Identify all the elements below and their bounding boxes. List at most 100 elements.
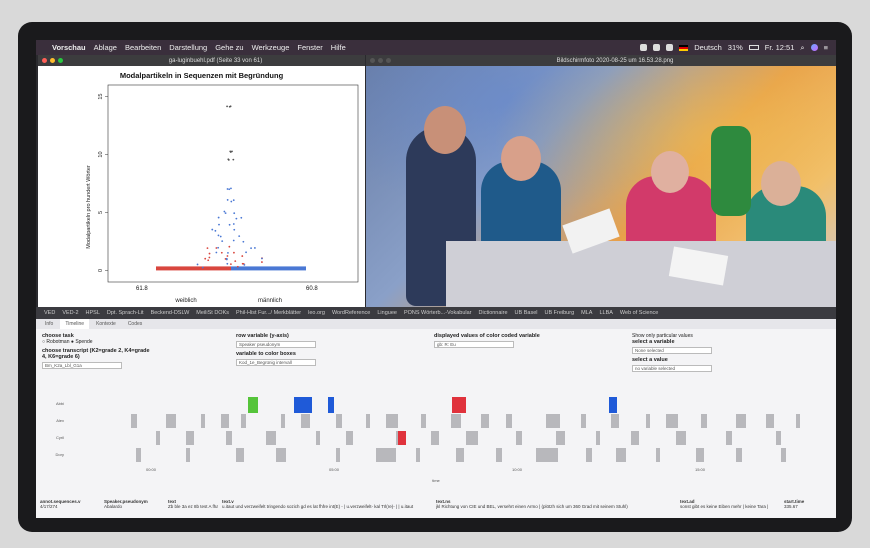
bookmark[interactable]: WordReference	[332, 310, 370, 316]
menu-item-werkzeuge[interactable]: Werkzeuge	[252, 43, 290, 52]
minimize-button[interactable]	[50, 58, 55, 63]
menu-item-ablage[interactable]: Ablage	[94, 43, 117, 52]
dropbox-icon[interactable]	[640, 44, 648, 51]
timeline-box[interactable]	[506, 414, 512, 428]
timeline-box[interactable]	[328, 397, 334, 413]
timeline-box[interactable]	[236, 448, 244, 462]
transcript-select[interactable]: Bm_K2a_Lbl_G1a	[42, 362, 122, 369]
input-lang[interactable]: Deutsch	[694, 43, 722, 52]
timeline-box[interactable]	[766, 414, 774, 428]
zoom-button[interactable]	[386, 58, 391, 63]
timeline-box[interactable]	[346, 431, 353, 445]
timeline-box[interactable]	[581, 414, 586, 428]
menu-app-name[interactable]: Vorschau	[52, 43, 86, 52]
task-radio-spende[interactable]: ● Spende	[71, 339, 93, 345]
timeline-box[interactable]	[696, 448, 704, 462]
timeline-box[interactable]	[701, 414, 707, 428]
timeline-box[interactable]	[646, 414, 650, 428]
timeline-box[interactable]	[666, 414, 678, 428]
timeline-box[interactable]	[676, 431, 686, 445]
bookmark[interactable]: HPSL	[86, 310, 100, 316]
timeline-box[interactable]	[131, 414, 137, 428]
timeline-box[interactable]	[221, 414, 229, 428]
bookmark[interactable]: MLA	[581, 310, 592, 316]
timeline-box[interactable]	[481, 414, 489, 428]
timeline-box[interactable]	[166, 414, 176, 428]
menu-item-fenster[interactable]: Fenster	[297, 43, 322, 52]
timeline-box[interactable]	[248, 397, 258, 413]
timeline-box[interactable]	[136, 448, 141, 462]
timeline-box[interactable]	[386, 414, 398, 428]
timeline-box[interactable]	[366, 414, 370, 428]
timeline-box[interactable]	[294, 397, 312, 413]
timeline-box[interactable]	[421, 414, 426, 428]
bookmark[interactable]: UB Basel	[515, 310, 538, 316]
timeline-box[interactable]	[546, 414, 560, 428]
timeline-box[interactable]	[452, 397, 466, 413]
displayed-select[interactable]: gb: R: Eu	[434, 341, 514, 348]
bookmark[interactable]: Phil-Hist Fur.../ Merkblätter	[236, 310, 301, 316]
timeline-box[interactable]	[496, 448, 502, 462]
timeline-box[interactable]	[736, 414, 746, 428]
pdf-titlebar[interactable]: ga-luginbuehl.pdf (Seite 33 von 61)	[38, 55, 365, 66]
wifi-icon[interactable]	[666, 44, 674, 51]
timeline-box[interactable]	[186, 431, 194, 445]
timeline-box[interactable]	[156, 431, 160, 445]
search-icon[interactable]: ⌕	[800, 43, 804, 53]
bookmark[interactable]: Linguee	[377, 310, 397, 316]
select-var-select[interactable]: None selected	[632, 347, 712, 354]
timeline-box[interactable]	[241, 414, 246, 428]
timeline-box[interactable]	[416, 448, 420, 462]
task-radio-robotman[interactable]: ○ Robotman	[42, 339, 70, 345]
timeline-box[interactable]	[796, 414, 800, 428]
timeline-box[interactable]	[431, 431, 439, 445]
bookmark[interactable]: Beckend-DSLW	[151, 310, 190, 316]
timeline-box[interactable]	[316, 431, 320, 445]
timeline-box[interactable]	[656, 448, 660, 462]
timeline-box[interactable]	[276, 448, 286, 462]
tab-info[interactable]: Info	[40, 319, 58, 329]
timeline-box[interactable]	[451, 414, 461, 428]
timeline-box[interactable]	[266, 431, 276, 445]
timeline-box[interactable]	[336, 448, 340, 462]
tab-codes[interactable]: Codes	[123, 319, 147, 329]
close-button[interactable]	[42, 58, 47, 63]
timeline-box[interactable]	[726, 431, 732, 445]
minimize-button[interactable]	[378, 58, 383, 63]
tab-timeline[interactable]: Timeline	[60, 319, 90, 329]
menu-item-hilfe[interactable]: Hilfe	[331, 43, 346, 52]
bookmark[interactable]: VED-2	[62, 310, 78, 316]
timeline-box[interactable]	[336, 414, 342, 428]
menu-item-gehe-zu[interactable]: Gehe zu	[215, 43, 243, 52]
timeline-box[interactable]	[616, 448, 626, 462]
timeline-box[interactable]	[226, 431, 232, 445]
siri-icon[interactable]	[810, 44, 818, 51]
timeline-box[interactable]	[536, 448, 558, 462]
row-var-select[interactable]: Speaker pseudonym	[236, 341, 316, 348]
tab-kontexte[interactable]: Kontexte	[91, 319, 121, 329]
timeline-box[interactable]	[596, 431, 600, 445]
timeline-box[interactable]	[466, 431, 478, 445]
bookmark[interactable]: PONS Wörterb...-Vokabular	[404, 310, 472, 316]
zoom-button[interactable]	[58, 58, 63, 63]
timeline-box[interactable]	[281, 414, 285, 428]
flag-icon[interactable]	[679, 44, 689, 51]
timeline-box[interactable]	[776, 431, 781, 445]
bookmark[interactable]: VED	[44, 310, 55, 316]
battery-icon[interactable]	[748, 45, 759, 50]
timeline-box[interactable]	[301, 414, 310, 428]
bookmark[interactable]: LLBA	[599, 310, 612, 316]
menu-item-bearbeiten[interactable]: Bearbeiten	[125, 43, 161, 52]
notification-icon[interactable]: ≡	[824, 43, 828, 52]
bookmark[interactable]: Web of Science	[620, 310, 658, 316]
menu-item-darstellung[interactable]: Darstellung	[169, 43, 207, 52]
timeline-box[interactable]	[456, 448, 464, 462]
close-button[interactable]	[370, 58, 375, 63]
timeline-box[interactable]	[781, 448, 786, 462]
color-var-select[interactable]: Kod_1e_Begrünig intervall	[236, 359, 316, 366]
select-val-select[interactable]: no variable selected	[632, 365, 712, 372]
timeline-box[interactable]	[398, 431, 406, 445]
timeline-box[interactable]	[631, 431, 639, 445]
clock[interactable]: Fr. 12:51	[765, 43, 795, 52]
bookmark[interactable]: UB Freiburg	[544, 310, 574, 316]
